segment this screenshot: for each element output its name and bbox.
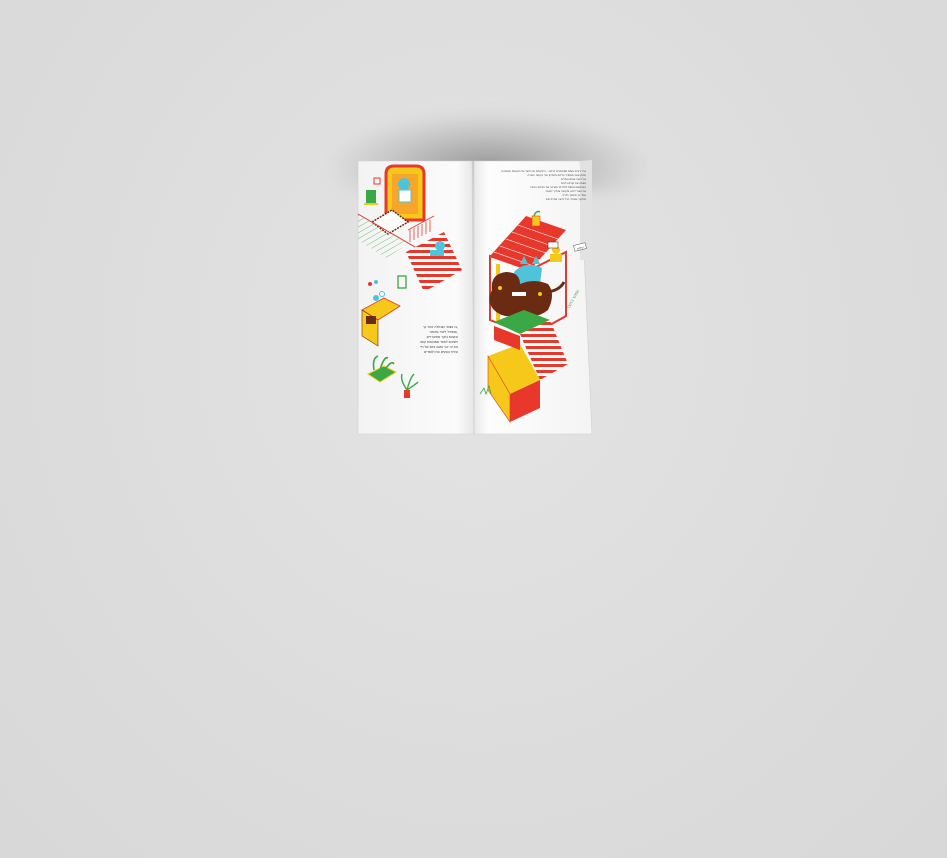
left-text-line: וביחד נוסעים ונח ולומדים: [424, 350, 458, 354]
left-text-line: בו נשמר ושנחלה אחר כך,: [423, 325, 458, 329]
right-text-line: כשהשמש נכנסת לחדרים ומאירה את הפינות האל…: [530, 186, 586, 189]
left-text-line: את זה אני עושה ביום של חיי: [420, 345, 458, 349]
background: בו נשמר ושנחלה אחר כך, ומתחיל לשיר בחשאי…: [0, 0, 947, 858]
right-text-line: כבר ראיתי אותם מסתובבים ברחוב – ולפעמים …: [501, 170, 587, 173]
left-page: [357, 160, 475, 435]
left-text-line: ומתחיל לשיר בחשאי,: [430, 330, 458, 334]
right-text-line: אני רואה אותם עוברים: [561, 178, 586, 181]
right-text-line: ושומע את קולם ברחוב: [561, 182, 586, 185]
left-text-line: ויוצאים לחצר ממבואות קפה: [420, 340, 459, 344]
booklet-svg: בו נשמר ושנחלה אחר כך, ומתחיל לשיר בחשאי…: [357, 160, 593, 435]
right-text-line: ובזמן שאני מסתכל עליהם מהחלון שלי בקומה …: [528, 174, 587, 177]
open-booklet: בו נשמר ושנחלה אחר כך, ומתחיל לשיר בחשאי…: [344, 160, 594, 436]
right-text-line: אחר כך ממשיך בדרכי: [562, 194, 586, 197]
left-text-line: ובשעת בוקר מתעוררים: [427, 335, 459, 339]
right-text-line: ובבוקר שאחרי הכל נראה אחרת שוב: [546, 198, 587, 201]
right-text-line: אני עוצר לרגע ומקשיב ומחייך לעצמי: [546, 190, 587, 193]
